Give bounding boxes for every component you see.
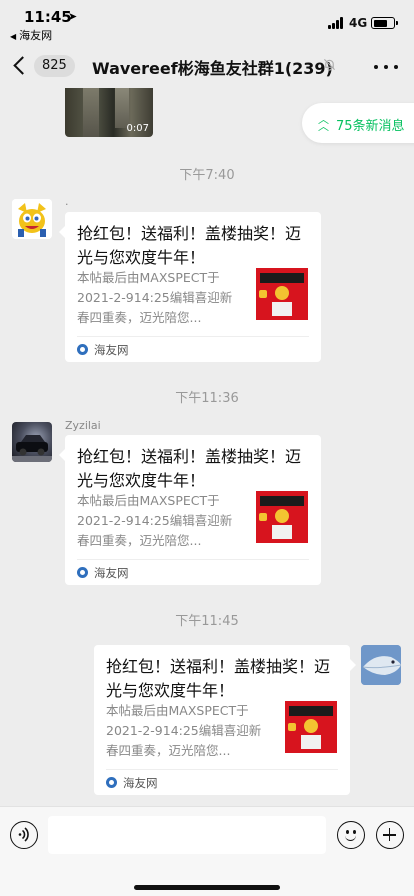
sender-name: ·	[65, 198, 69, 211]
signal-icon	[328, 17, 344, 29]
voice-input-button[interactable]	[10, 821, 38, 849]
nav-bar: 825 Wavereef彬海鱼友社群1(239)	[0, 44, 414, 88]
emoji-eye	[353, 830, 356, 834]
card-thumbnail	[256, 268, 308, 320]
back-triangle-icon: ◀	[10, 32, 17, 41]
back-button[interactable]: 825	[10, 50, 76, 82]
battery-tip	[396, 21, 398, 25]
card-description: 本帖最后由MAXSPECT于2021-2-914:25编辑喜迎新春四重奏，迈光陪…	[106, 703, 262, 758]
card-divider	[77, 336, 309, 337]
source-label: 海友网	[94, 566, 129, 580]
share-card[interactable]: 抢红包！送福利！盖楼抽奖！迈光与您欢度牛年！ 本帖最后由MAXSPECT于202…	[59, 435, 321, 585]
plus-icon-v	[388, 828, 391, 841]
emoji-eye	[346, 830, 349, 834]
bubble-tail	[350, 659, 356, 671]
card-title: 抢红包！送福利！盖楼抽奖！迈光与您欢度牛年！	[77, 224, 302, 267]
card-title: 抢红包！送福利！盖楼抽奖！迈光与您欢度牛年！	[106, 657, 331, 700]
cartoon-avatar-icon	[12, 199, 52, 239]
message-input[interactable]	[48, 816, 326, 854]
new-messages-button[interactable]: ︿ ︿ 75条新消息	[302, 103, 414, 143]
source-label: 海友网	[94, 343, 129, 357]
emoji-button[interactable]	[337, 821, 365, 849]
back-to-app-link[interactable]: ◀ 海友网	[10, 27, 52, 43]
source-label: 海友网	[123, 776, 158, 790]
battery-icon	[371, 17, 395, 29]
message-timestamp: 下午11:36	[175, 391, 239, 406]
sender-name: Zyzilai	[65, 419, 101, 432]
source-logo-icon	[77, 567, 88, 578]
avatar[interactable]	[361, 645, 401, 685]
video-message-thumbnail[interactable]: 0:07	[65, 88, 153, 137]
back-app-label: 海友网	[19, 29, 53, 42]
input-bar	[0, 806, 414, 896]
card-thumbnail	[256, 491, 308, 543]
new-messages-label: 75条新消息	[336, 119, 405, 134]
status-time: 11:45	[24, 8, 72, 26]
bubble-tail	[59, 226, 65, 238]
avatar[interactable]	[12, 422, 52, 462]
message-timestamp: 下午11:45	[175, 614, 239, 629]
video-duration: 0:07	[126, 123, 149, 134]
more-functions-button[interactable]	[376, 821, 404, 849]
voice-waves-icon	[18, 827, 29, 842]
location-arrow-icon: ➤	[68, 10, 78, 23]
share-card[interactable]: 抢红包！送福利！盖楼抽奖！迈光与您欢度牛年！ 本帖最后由MAXSPECT于202…	[59, 212, 321, 362]
card-title: 抢红包！送福利！盖楼抽奖！迈光与您欢度牛年！	[77, 447, 302, 490]
bubble-tail	[59, 449, 65, 461]
card-description: 本帖最后由MAXSPECT于2021-2-914:25编辑喜迎新春四重奏，迈光陪…	[77, 493, 233, 548]
source-logo-icon	[77, 344, 88, 355]
avatar[interactable]	[12, 199, 52, 239]
bell-off-icon	[323, 58, 336, 71]
fish-avatar-icon	[361, 645, 401, 685]
network-type: 4G	[349, 16, 368, 30]
card-divider	[106, 769, 338, 770]
card-thumbnail	[285, 701, 337, 753]
emoji-mouth	[345, 835, 356, 841]
card-divider	[77, 559, 309, 560]
home-indicator	[134, 885, 280, 890]
card-description: 本帖最后由MAXSPECT于2021-2-914:25编辑喜迎新春四重奏，迈光陪…	[77, 270, 233, 325]
share-card[interactable]: 抢红包！送福利！盖楼抽奖！迈光与您欢度牛年！ 本帖最后由MAXSPECT于202…	[94, 645, 356, 795]
source-logo-icon	[106, 777, 117, 788]
message-timestamp: 下午7:40	[179, 168, 235, 183]
car-avatar-icon	[12, 435, 52, 462]
more-button[interactable]	[372, 56, 400, 76]
status-bar: 11:45 ➤ ◀ 海友网 4G	[0, 0, 414, 44]
chat-title: Wavereef彬海鱼友社群1(239)	[92, 59, 333, 78]
unread-count-badge: 825	[34, 55, 75, 77]
double-chevron-up-icon: ︿ ︿	[318, 113, 329, 133]
chevron-left-icon	[13, 56, 32, 75]
